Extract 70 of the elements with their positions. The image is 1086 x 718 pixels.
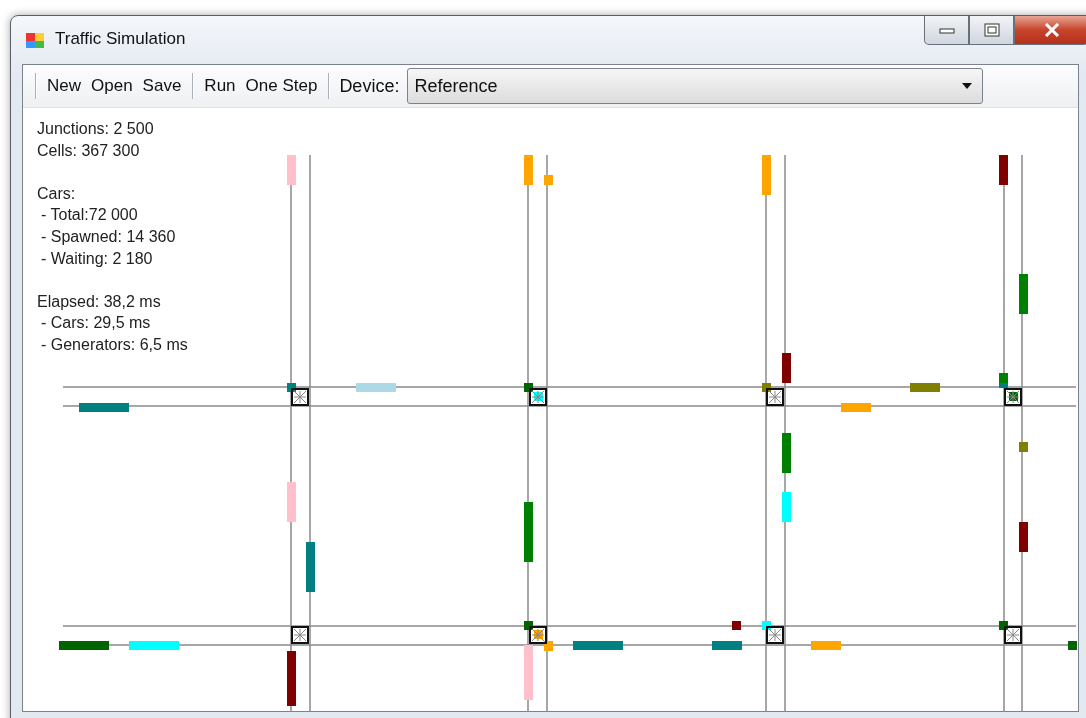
maximize-icon: [983, 23, 1000, 37]
car-marker: [782, 492, 791, 522]
car-marker: [287, 651, 296, 706]
stat-heading: Elapsed: 38,2 ms: [37, 291, 162, 312]
car-marker: [79, 403, 129, 412]
minimize-icon: [938, 26, 955, 34]
junction-marker: [766, 626, 784, 644]
car-marker: [910, 383, 940, 392]
car-marker: [811, 641, 841, 650]
car-marker: [1009, 392, 1018, 401]
car-marker: [1019, 274, 1028, 314]
car-marker: [59, 641, 109, 650]
app-icon: [25, 30, 45, 50]
window-title: Traffic Simulation: [55, 29, 186, 49]
car-marker: [287, 383, 296, 392]
toolbar-button[interactable]: Run: [199, 74, 241, 98]
device-label: Device:: [338, 75, 401, 97]
car-marker: [712, 641, 742, 650]
car-marker: [1019, 442, 1028, 452]
car-marker: [762, 383, 771, 392]
stat-text: - Generators: 6,5 ms: [40, 334, 188, 355]
junction-marker: [291, 388, 309, 406]
stat-text: Junctions: 2 500: [37, 119, 155, 139]
dropdown-arrow-icon: [962, 83, 973, 89]
car-marker: [306, 542, 315, 592]
stat-text: - Spawned: 14 360: [40, 226, 177, 247]
close-icon: [1043, 23, 1060, 37]
device-dropdown[interactable]: Reference: [407, 68, 984, 104]
junction-marker: [1004, 626, 1022, 644]
car-marker: [841, 403, 871, 412]
car-marker: [782, 433, 791, 473]
stat-heading: Cars:: [37, 183, 77, 204]
stat-text: - Total:72 000: [40, 205, 139, 226]
minimize-button[interactable]: [924, 16, 969, 45]
car-marker: [524, 155, 533, 185]
junction-marker: [1004, 388, 1022, 406]
toolbar-button[interactable]: Save: [137, 74, 187, 98]
toolbar-button[interactable]: Open: [86, 74, 138, 98]
junction-marker: [529, 388, 547, 406]
close-button[interactable]: [1014, 16, 1086, 45]
maximize-button[interactable]: [969, 16, 1014, 45]
junction-marker: [766, 388, 784, 406]
car-marker: [524, 621, 533, 630]
car-marker: [524, 502, 533, 562]
car-marker: [1019, 522, 1028, 552]
car-marker: [762, 155, 771, 195]
car-marker: [287, 155, 296, 185]
car-marker: [524, 645, 533, 700]
car-marker: [762, 621, 771, 630]
stat-text: - Waiting: 2 180: [40, 248, 154, 269]
stat-text: Cells: 367 300: [37, 140, 141, 161]
stat-text: - Cars: 29,5 ms: [40, 313, 152, 334]
car-marker: [544, 641, 553, 651]
junction-marker: [291, 626, 309, 644]
car-marker: [356, 383, 396, 392]
car-marker: [544, 175, 553, 185]
car-marker: [999, 621, 1008, 630]
car-marker: [534, 392, 543, 401]
car-marker: [287, 482, 296, 522]
toolbar-button[interactable]: New: [42, 74, 86, 98]
junction-marker: [529, 626, 547, 644]
car-marker: [534, 630, 543, 639]
toolbar-button[interactable]: One Step: [240, 74, 323, 98]
car-marker: [1068, 641, 1077, 650]
car-marker: [782, 353, 791, 383]
car-marker: [524, 383, 533, 392]
car-marker: [732, 621, 741, 630]
car-marker: [999, 155, 1008, 185]
car-marker: [573, 641, 623, 650]
car-marker: [129, 641, 179, 650]
